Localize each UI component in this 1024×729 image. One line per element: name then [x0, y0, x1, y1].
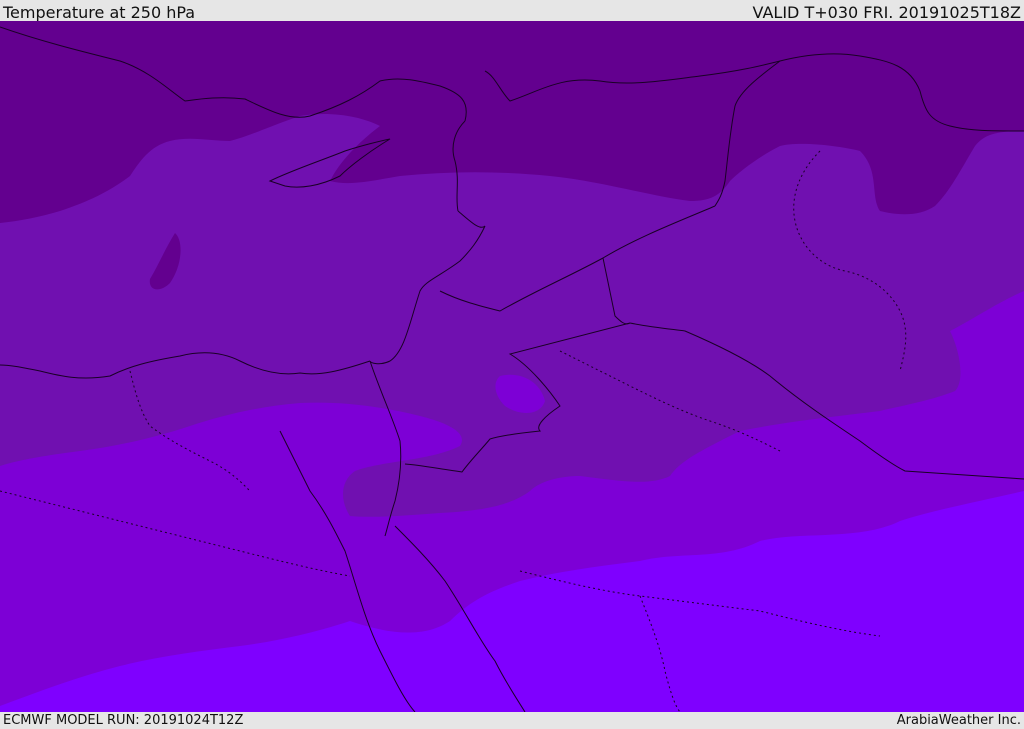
map-title: Temperature at 250 hPa — [3, 2, 196, 22]
header-bar: Temperature at 250 hPa VALID T+030 FRI. … — [0, 0, 1024, 21]
valid-time: VALID T+030 FRI. 20191025T18Z — [752, 2, 1021, 22]
map-canvas — [0, 21, 1024, 712]
weather-map[interactable] — [0, 21, 1024, 712]
credit: ArabiaWeather Inc. — [896, 712, 1021, 728]
model-run: ECMWF MODEL RUN: 20191024T12Z — [3, 712, 244, 728]
footer-bar: ECMWF MODEL RUN: 20191024T12Z ArabiaWeat… — [0, 712, 1024, 729]
